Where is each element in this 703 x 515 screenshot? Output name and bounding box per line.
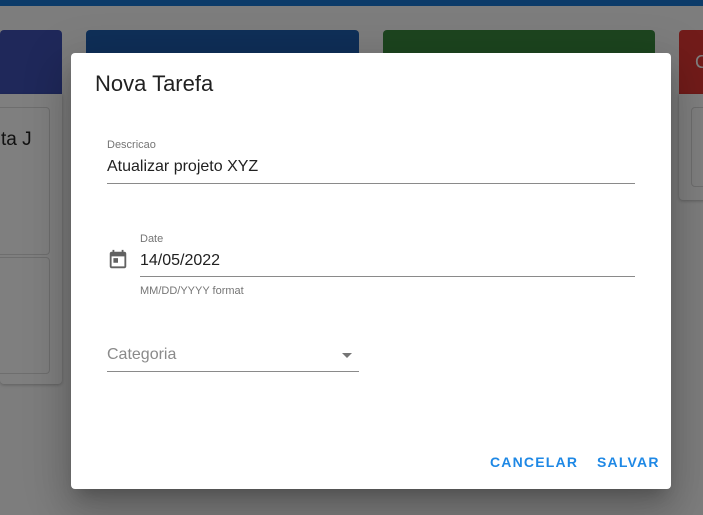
cancel-button[interactable]: CANCELAR	[484, 450, 584, 474]
categoria-select[interactable]: Categoria	[107, 346, 359, 364]
descricao-underline	[107, 183, 635, 184]
date-label: Date	[140, 233, 164, 245]
date-helper-text: MM/DD/YYYY format	[140, 285, 244, 297]
date-underline	[140, 276, 635, 277]
descricao-label: Descricao	[107, 139, 156, 151]
calendar-icon[interactable]	[107, 249, 129, 271]
new-task-dialog: Nova Tarefa Descricao Atualizar projeto …	[71, 53, 671, 489]
save-button[interactable]: SALVAR	[591, 450, 666, 474]
categoria-underline	[107, 371, 359, 372]
date-input[interactable]: 14/05/2022	[140, 252, 635, 270]
descricao-input[interactable]: Atualizar projeto XYZ	[107, 158, 635, 176]
dialog-title: Nova Tarefa	[95, 71, 214, 96]
dropdown-caret-icon[interactable]	[342, 353, 352, 358]
